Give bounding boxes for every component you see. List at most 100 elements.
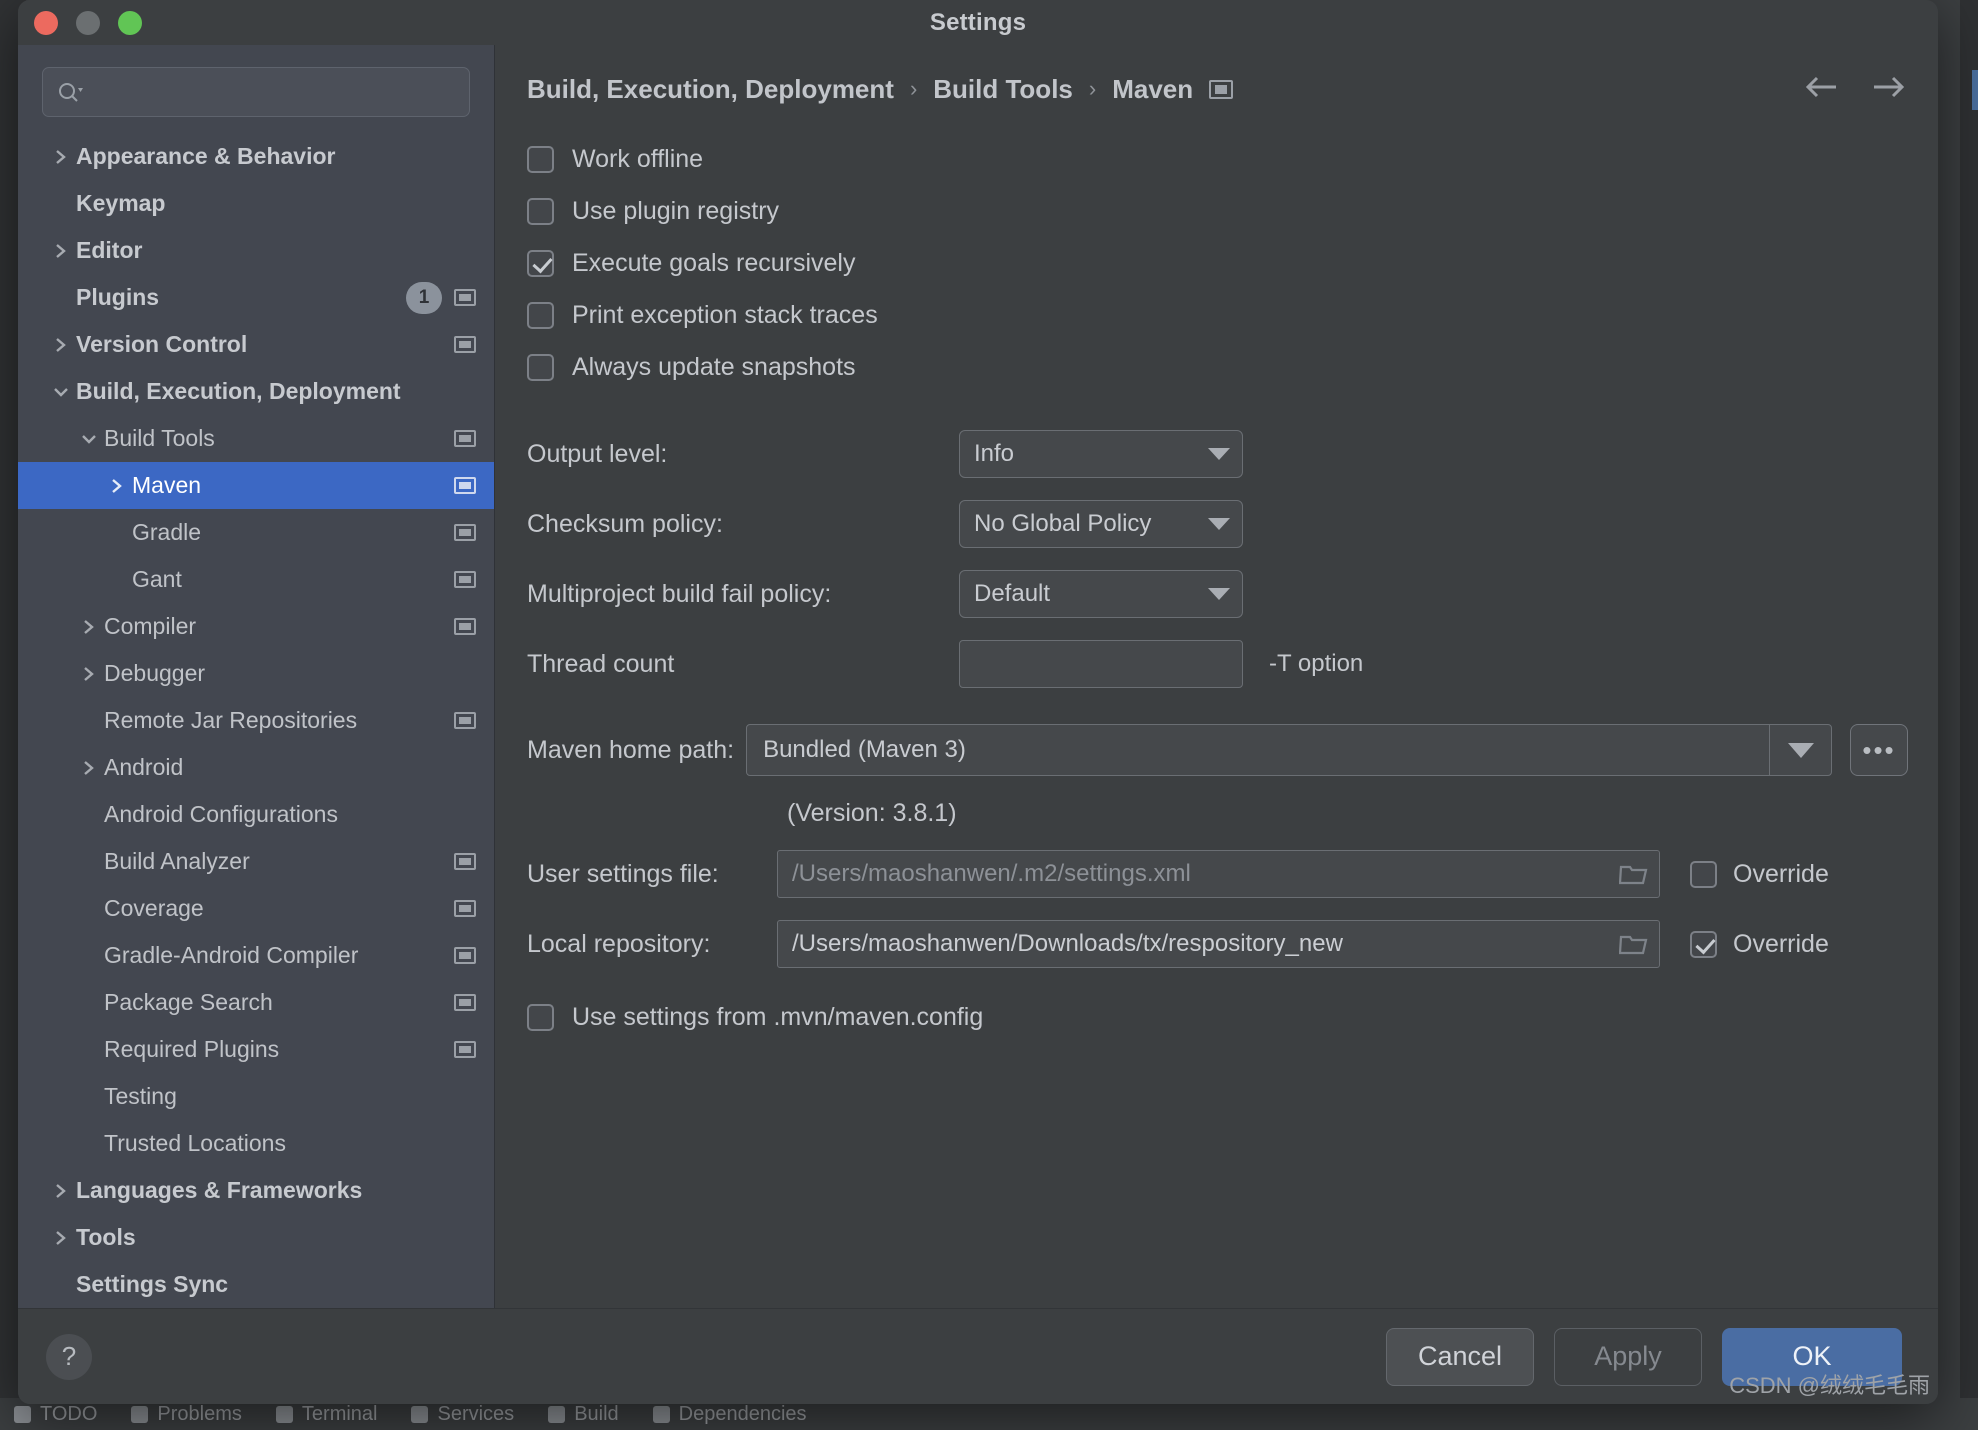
- sidebar-item-settings-sync[interactable]: Settings Sync: [18, 1261, 494, 1308]
- checksum-policy-select[interactable]: No Global Policy: [959, 500, 1243, 548]
- help-button[interactable]: ?: [46, 1333, 92, 1380]
- sidebar-item-keymap[interactable]: Keymap: [18, 180, 494, 227]
- sidebar-item-plugins[interactable]: Plugins 1: [18, 274, 494, 321]
- mvn-config-checkbox[interactable]: [527, 1003, 554, 1031]
- breadcrumb-item[interactable]: Maven: [1112, 74, 1193, 105]
- mvn-config-row[interactable]: Use settings from .mvn/maven.config: [527, 991, 1908, 1043]
- user-settings-override-checkbox[interactable]: [1690, 860, 1717, 888]
- multiproject-policy-select[interactable]: Default: [959, 570, 1243, 618]
- search-icon: [57, 81, 83, 103]
- checkbox-row[interactable]: Always update snapshots: [527, 341, 1908, 393]
- arrow-left-icon[interactable]: [1802, 74, 1842, 105]
- ide-scrollbar-thumb[interactable]: [1972, 70, 1978, 110]
- checkbox-row[interactable]: Print exception stack traces: [527, 289, 1908, 341]
- arrow-right-icon[interactable]: [1868, 74, 1908, 105]
- chevron-right-icon[interactable]: [46, 335, 76, 355]
- thread-count-input[interactable]: [959, 640, 1243, 688]
- close-window-icon[interactable]: [34, 10, 58, 35]
- maximize-window-icon[interactable]: [118, 10, 142, 35]
- always-update-snapshots-checkbox[interactable]: [527, 353, 554, 381]
- checkbox-row[interactable]: Execute goals recursively: [527, 237, 1908, 289]
- sidebar-item-build-analyzer[interactable]: Build Analyzer: [18, 838, 494, 885]
- sidebar-item-package-search[interactable]: Package Search: [18, 979, 494, 1026]
- chevron-down-icon[interactable]: [1769, 725, 1831, 775]
- chevron-down-icon[interactable]: [74, 431, 104, 447]
- sidebar-item-compiler[interactable]: Compiler: [18, 603, 494, 650]
- apply-button[interactable]: Apply: [1554, 1327, 1702, 1386]
- sidebar-item-debugger[interactable]: Debugger: [18, 650, 494, 697]
- sidebar-item-gradle-android-compiler[interactable]: Gradle-Android Compiler: [18, 932, 494, 979]
- chevron-right-icon[interactable]: [74, 664, 104, 684]
- sidebar-item-appearance-behavior[interactable]: Appearance & Behavior: [18, 133, 494, 180]
- local-repository-input[interactable]: /Users/maoshanwen/Downloads/tx/resposito…: [777, 920, 1660, 968]
- sidebar-item-gant[interactable]: Gant: [18, 556, 494, 603]
- sidebar-item-coverage[interactable]: Coverage: [18, 885, 494, 932]
- use-plugin-registry-checkbox[interactable]: [527, 197, 554, 225]
- browse-maven-home-button[interactable]: •••: [1850, 724, 1908, 776]
- ide-toolwindow-dependencies[interactable]: Dependencies: [652, 1403, 807, 1426]
- search-box[interactable]: [42, 67, 470, 117]
- search-input[interactable]: [91, 80, 455, 104]
- checkbox-label: Print exception stack traces: [572, 300, 878, 329]
- user-settings-file-row: User settings file: /Users/maoshanwen/.m…: [527, 839, 1908, 909]
- local-repository-override-checkbox[interactable]: [1690, 930, 1717, 958]
- sidebar-item-version-control[interactable]: Version Control: [18, 321, 494, 368]
- work-offline-checkbox[interactable]: [527, 145, 554, 173]
- breadcrumb-item[interactable]: Build Tools: [933, 74, 1073, 105]
- sidebar-item-editor[interactable]: Editor: [18, 227, 494, 274]
- sidebar-item-languages-frameworks[interactable]: Languages & Frameworks: [18, 1167, 494, 1214]
- ide-toolwindow-terminal[interactable]: Terminal: [275, 1403, 377, 1426]
- problems-icon: [131, 1405, 149, 1423]
- chevron-down-icon: [1208, 518, 1230, 530]
- sidebar-item-android[interactable]: Android: [18, 744, 494, 791]
- print-exception-stack-traces-checkbox[interactable]: [527, 301, 554, 329]
- ide-toolwindow-services[interactable]: Services: [411, 1403, 514, 1426]
- sidebar-item-build-tools[interactable]: Build Tools: [18, 415, 494, 462]
- sidebar-item-required-plugins[interactable]: Required Plugins: [18, 1026, 494, 1073]
- chevron-right-icon[interactable]: [102, 476, 132, 496]
- ide-toolwindow-todo[interactable]: TODO: [14, 1403, 97, 1426]
- sidebar-item-maven[interactable]: Maven: [18, 462, 494, 509]
- minimize-window-icon[interactable]: [76, 10, 100, 35]
- project-scope-icon[interactable]: [1209, 79, 1234, 99]
- multiproject-policy-label: Multiproject build fail policy:: [527, 579, 832, 608]
- output-level-value: Info: [974, 440, 1015, 467]
- user-settings-file-input[interactable]: /Users/maoshanwen/.m2/settings.xml: [777, 850, 1660, 898]
- maven-version-text: (Version: 3.8.1): [787, 798, 957, 827]
- sidebar-item-label: Android Configurations: [104, 801, 338, 827]
- chevron-right-icon[interactable]: [46, 1181, 76, 1201]
- sidebar-item-remote-jar-repositories[interactable]: Remote Jar Repositories: [18, 697, 494, 744]
- sidebar-item-android-configurations[interactable]: Android Configurations: [18, 791, 494, 838]
- checkbox-row[interactable]: Use plugin registry: [527, 185, 1908, 237]
- ide-toolwindow-problems[interactable]: Problems: [131, 1403, 242, 1426]
- sidebar-item-gradle[interactable]: Gradle: [18, 509, 494, 556]
- chevron-down-icon[interactable]: [46, 384, 76, 400]
- sidebar-item-trusted-locations[interactable]: Trusted Locations: [18, 1120, 494, 1167]
- user-settings-override-group[interactable]: Override: [1690, 860, 1908, 889]
- checkbox-label: Always update snapshots: [572, 352, 856, 381]
- maven-home-path-select[interactable]: Bundled (Maven 3): [746, 724, 1832, 776]
- output-level-label: Output level:: [527, 439, 668, 468]
- chevron-right-icon[interactable]: [46, 241, 76, 261]
- local-repository-override-group[interactable]: Override: [1690, 930, 1908, 959]
- folder-icon[interactable]: [1618, 862, 1649, 886]
- checksum-policy-value: No Global Policy: [974, 510, 1152, 537]
- folder-icon[interactable]: [1618, 932, 1649, 956]
- chevron-right-icon[interactable]: [74, 617, 104, 637]
- ide-toolwindow-build[interactable]: Build: [548, 1403, 619, 1426]
- checkbox-row[interactable]: Work offline: [527, 133, 1908, 185]
- chevron-right-icon[interactable]: [46, 1228, 76, 1248]
- output-level-select[interactable]: Info: [959, 430, 1243, 478]
- sidebar-item-tools[interactable]: Tools: [18, 1214, 494, 1261]
- chevron-right-icon[interactable]: [74, 758, 104, 778]
- dialog-titlebar: Settings: [18, 0, 1938, 45]
- settings-tree[interactable]: Appearance & Behavior Keymap Editor Plugins…: [18, 129, 494, 1308]
- breadcrumb-item[interactable]: Build, Execution, Deployment: [527, 74, 894, 105]
- navigation-arrows: [1802, 74, 1908, 105]
- execute-goals-recursively-checkbox[interactable]: [527, 249, 554, 277]
- chevron-right-icon[interactable]: [46, 147, 76, 167]
- cancel-button[interactable]: Cancel: [1386, 1327, 1534, 1386]
- sidebar-item-build-execution-deployment[interactable]: Build, Execution, Deployment: [18, 368, 494, 415]
- sidebar-item-label: Gradle: [132, 519, 202, 545]
- sidebar-item-testing[interactable]: Testing: [18, 1073, 494, 1120]
